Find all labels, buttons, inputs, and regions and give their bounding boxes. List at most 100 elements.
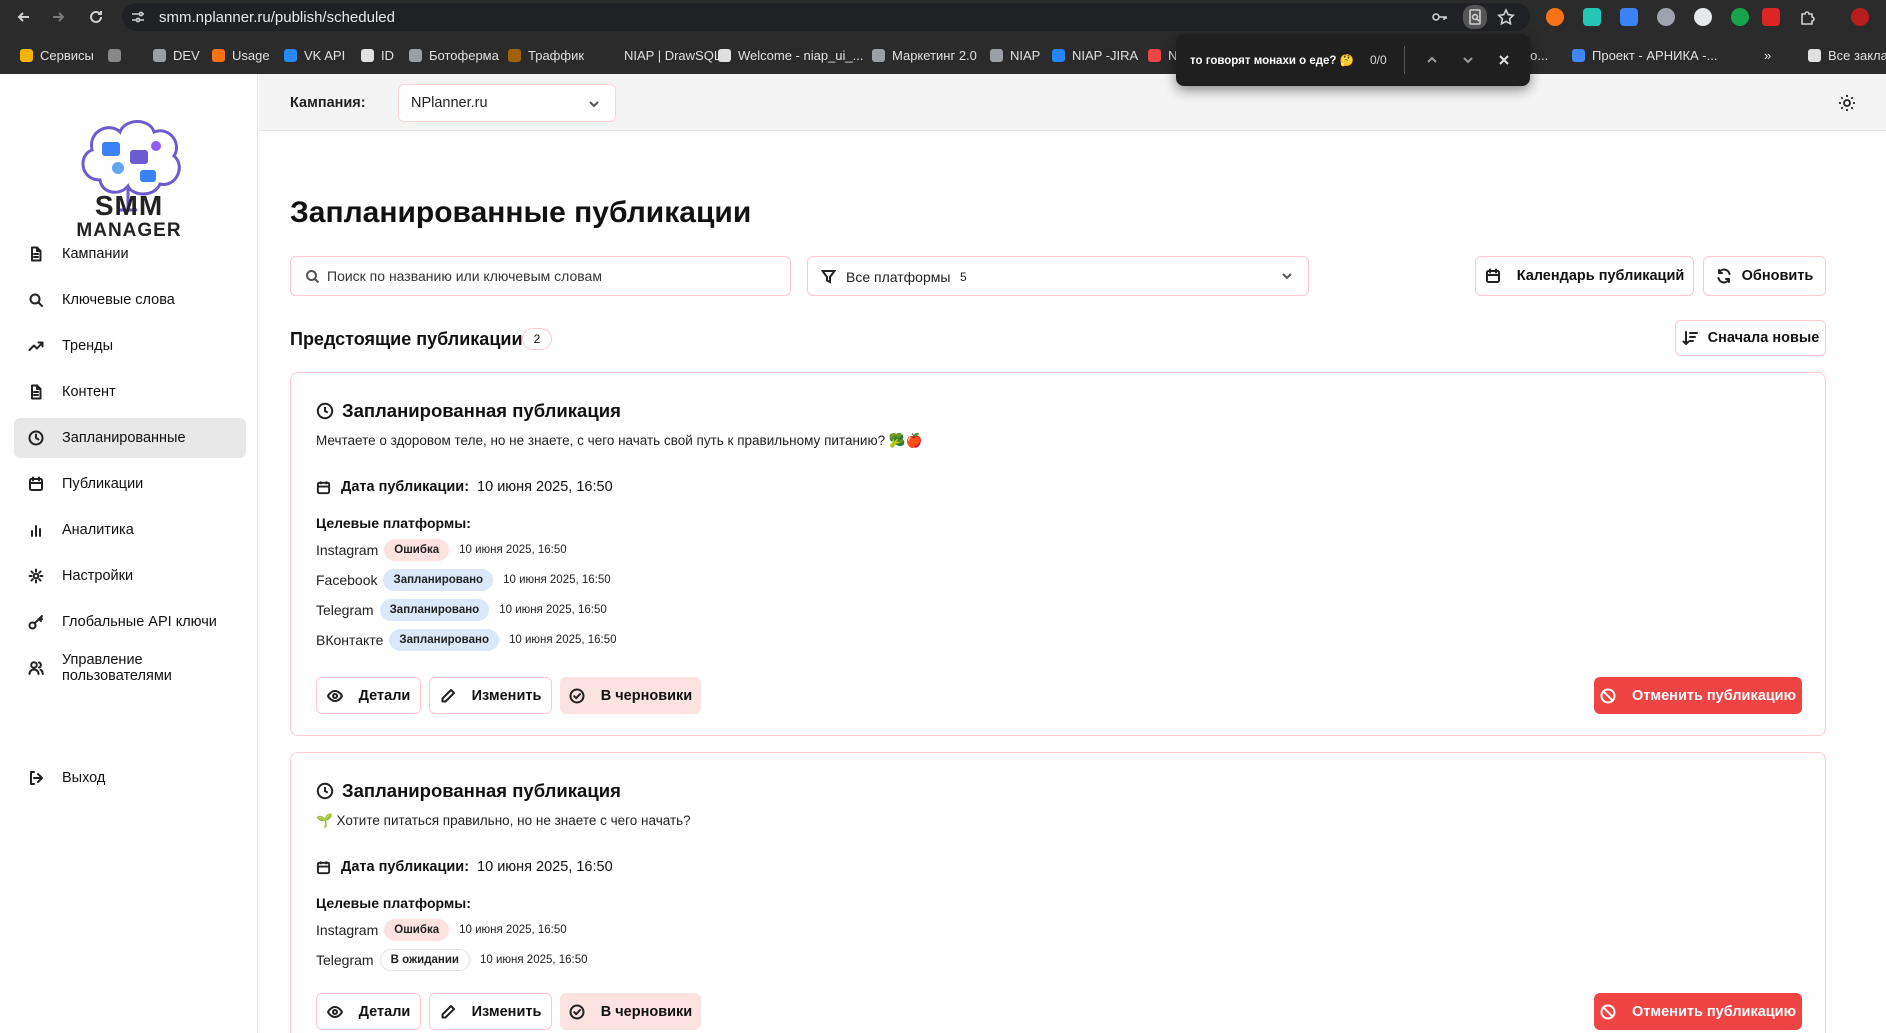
bookmark-item[interactable]: Траффик [508,46,584,64]
find-in-page-icon[interactable] [1463,5,1487,29]
find-prev-button[interactable] [1422,50,1442,70]
sidebar-item-3[interactable]: Контент [14,372,246,412]
search-input[interactable] [327,258,782,294]
publish-date-value: 10 июня 2025, 16:50 [477,479,613,495]
bookmark-item[interactable] [108,46,128,64]
sidebar-item-5[interactable]: Публикации [14,464,246,504]
chevron-down-icon [1463,57,1473,64]
sort-button[interactable]: Сначала новые [1675,320,1826,356]
targets-label: Целевые платформы: [316,515,471,531]
to-drafts-button-label: В черновики [600,687,693,704]
calendar-icon [1485,268,1501,284]
key-icon [28,614,44,630]
extension-green-icon[interactable] [1731,8,1749,26]
password-key-icon[interactable] [1430,7,1450,27]
find-close-button[interactable] [1494,50,1514,70]
bookmark-item[interactable]: ID [361,46,394,64]
extension-fox-icon[interactable] [1546,8,1564,26]
sidebar-item-6[interactable]: Аналитика [14,510,246,550]
sidebar-item-8[interactable]: Глобальные API ключи [14,602,246,642]
logout-button[interactable]: Выход [14,758,246,798]
bookmark-item[interactable]: DEV [153,46,200,64]
details-button[interactable]: Детали [316,993,421,1030]
bookmark-item[interactable]: Проект - АРНИКА -... [1572,46,1717,64]
extension-blue-icon[interactable] [1620,8,1638,26]
bookmark-item[interactable]: Ботоферма [409,46,499,64]
edit-button[interactable]: Изменить [429,993,552,1030]
bookmark-item[interactable]: NIAP | DrawSQL [604,46,721,64]
bookmark-item[interactable]: Маркетинг 2.0 [872,46,977,64]
check-circle-icon [569,1004,585,1020]
sidebar-item-0[interactable]: Кампании [14,234,246,274]
edit-button-label: Изменить [471,1003,542,1020]
forward-button[interactable] [46,5,70,29]
eye-icon [326,1004,343,1020]
find-count: 0/0 [1370,53,1387,67]
bookmark-item[interactable]: VK API [284,46,345,64]
extensions-puzzle-icon[interactable] [1798,7,1818,27]
cancel-publication-button-label: Отменить публикацию [1632,687,1796,704]
theme-toggle-button[interactable] [1838,94,1856,112]
to-drafts-button[interactable]: В черновики [560,993,701,1030]
to-drafts-button[interactable]: В черновики [560,677,701,714]
bookmark-item[interactable]: NIAP -JIRA [1052,46,1138,64]
profile-avatar-icon[interactable] [1851,8,1869,26]
back-button[interactable] [12,5,36,29]
extension-teal-icon[interactable] [1583,8,1601,26]
platform-name: Instagram [316,542,379,558]
extension-red-icon[interactable] [1762,8,1780,26]
find-next-button[interactable] [1458,50,1478,70]
sidebar-item-label: Управление пользователями [62,652,172,684]
edit-button[interactable]: Изменить [429,677,552,714]
bookmark-label: VK API [304,47,346,63]
status-badge: Запланировано [389,629,499,651]
bookmark-favicon-icon [212,48,225,62]
calendar-button[interactable]: Календарь публикаций [1475,256,1694,296]
sidebar-item-7[interactable]: Настройки [14,556,246,596]
extension-puzzle-white-icon[interactable] [1694,8,1712,26]
sidebar-item-label: Глобальные API ключи [62,614,217,630]
details-button-label: Детали [358,1003,411,1020]
address-bar[interactable]: smm.nplanner.ru/publish/scheduled [122,3,1530,31]
refresh-button[interactable]: Обновить [1703,256,1826,296]
bookmarks-overflow-icon[interactable]: » [1764,46,1771,64]
sun-icon [1839,95,1855,111]
bookmark-label: NIAP -JIRA [1072,47,1139,63]
platform-filter-select[interactable]: Все платформы 5 [807,256,1309,296]
platform-filter-count: 5 [960,270,967,284]
bookmark-item[interactable]: Все закладки [1808,46,1886,64]
platform-row: Instagram Ошибка 10 июня 2025, 16:50 [316,538,567,562]
publication-card: Запланированная публикация Мечтаете о здо… [290,372,1826,736]
bookmark-item[interactable]: Welcome - niap_ui_... [718,46,864,64]
bookmark-star-icon[interactable] [1496,7,1516,27]
sidebar-item-9[interactable]: Управление пользователями [14,648,246,688]
file-icon [28,384,44,400]
filter-icon [820,269,837,284]
search-box [290,256,791,296]
pencil-icon [440,1004,456,1020]
sidebar-item-2[interactable]: Тренды [14,326,246,366]
cancel-publication-button[interactable]: Отменить публикацию [1594,993,1802,1030]
extension-camera-icon[interactable] [1657,8,1675,26]
site-settings-icon[interactable] [130,9,146,25]
sidebar-item-4[interactable]: Запланированные [14,418,246,458]
arrow-left-icon [17,12,29,22]
logo-title: SMM [94,190,164,221]
bookmark-item[interactable]: NIAP [990,46,1040,64]
bookmark-item[interactable]: Usage [212,46,270,64]
eye-icon [326,688,343,704]
bookmark-item[interactable]: N [1148,46,1177,64]
sidebar-item-label: Кампании [62,246,129,262]
find-query[interactable]: то говорят монахи о еде? 🤔 [1190,53,1354,67]
bookmark-item[interactable]: Сервисы [20,46,94,64]
logout-icon [28,770,44,786]
campaign-select[interactable]: NPlanner.ru [398,84,616,122]
calendar-button-label: Календарь публикаций [1516,268,1685,284]
bookmark-label: NIAP [1010,47,1041,63]
platform-name: Instagram [316,922,379,938]
cancel-publication-button[interactable]: Отменить публикацию [1594,677,1802,714]
sidebar-item-1[interactable]: Ключевые слова [14,280,246,320]
ban-icon [1600,1004,1616,1020]
reload-button[interactable] [84,5,108,29]
details-button[interactable]: Детали [316,677,421,714]
